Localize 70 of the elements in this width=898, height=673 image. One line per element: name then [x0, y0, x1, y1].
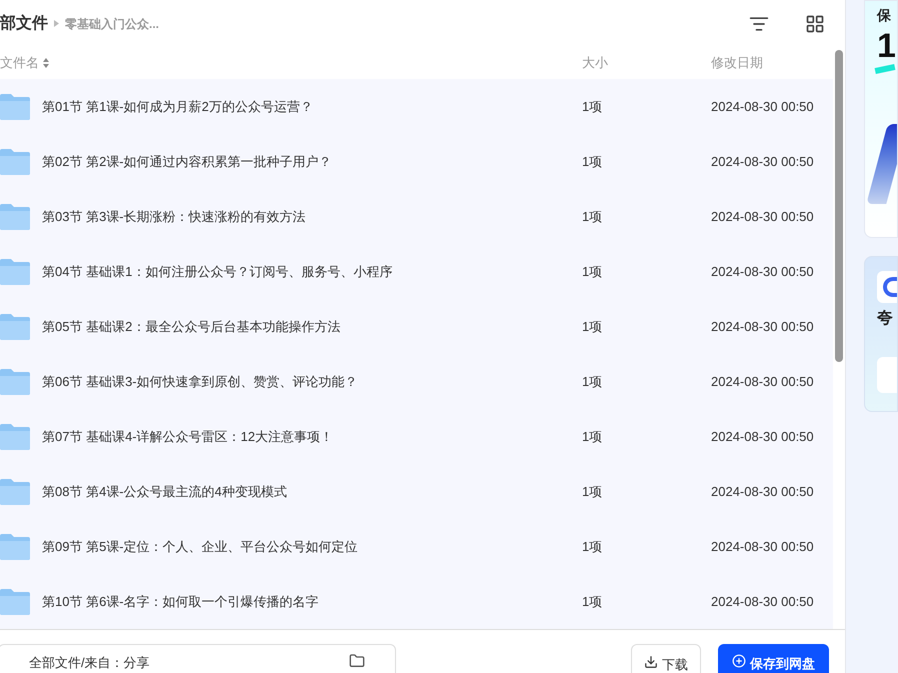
file-row[interactable]: 第06节 基础课3-如何快速拿到原创、赞赏、评论功能？ 1项 2024-08-30 00:50 [0, 354, 833, 409]
file-row[interactable]: 第01节 第1课-如何成为月薪2万的公众号运营？ 1项 2024-08-30 00:50 [0, 79, 833, 134]
folder-icon [0, 534, 30, 560]
folder-outline-icon[interactable] [349, 653, 365, 669]
illustration-icon [866, 124, 897, 204]
breadcrumb-current[interactable]: 部文件 [0, 12, 48, 36]
file-row[interactable]: 第03节 第3课-长期涨粉：快速涨粉的有效方法 1项 2024-08-30 00:50 [0, 189, 833, 244]
file-name: 第02节 第2课-如何通过内容积累第一批种子用户？ [42, 152, 332, 171]
card-number: 1 [877, 26, 897, 66]
download-icon [644, 655, 658, 669]
folder-icon [0, 588, 30, 614]
file-name: 第04节 基础课1：如何注册公众号？订阅号、服务号、小程序 [42, 262, 392, 281]
file-date: 2024-08-30 00:50 [711, 98, 814, 116]
file-name: 第01节 第1课-如何成为月薪2万的公众号运营？ [42, 98, 313, 116]
scrollbar-thumb[interactable] [835, 50, 843, 362]
save-to-drive-button[interactable]: 保存到网盘 [718, 644, 829, 673]
file-size: 1项 [582, 208, 604, 226]
card-title: 保 [877, 6, 892, 25]
breadcrumb-separator-icon [54, 20, 59, 28]
app-title: 夸 [877, 308, 894, 329]
folder-icon [0, 258, 30, 284]
app-logo-icon [877, 271, 897, 303]
file-row[interactable]: 第08节 第4课-公众号最主流的4种变现模式 1项 2024-08-30 00:50 [0, 464, 833, 519]
file-date: 2024-08-30 00:50 [711, 538, 814, 556]
file-date: 2024-08-30 00:50 [711, 208, 814, 226]
folder-icon [0, 314, 30, 340]
file-date: 2024-08-30 00:50 [711, 372, 814, 391]
file-name: 第03节 第3课-长期涨粉：快速涨粉的有效方法 [42, 208, 306, 226]
file-date: 2024-08-30 00:50 [711, 592, 814, 611]
file-name: 第10节 第6课-名字：如何取一个引爆传播的名字 [42, 592, 319, 611]
app-card[interactable]: 夸 [864, 256, 898, 412]
file-name: 第07节 基础课4-详解公众号雷区：12大注意事项！ [42, 428, 334, 446]
save-path-text: 全部文件/来自：分享 [29, 654, 150, 672]
download-button[interactable]: 下载 [631, 644, 701, 673]
folder-icon [0, 204, 30, 230]
folder-icon [0, 94, 30, 120]
file-row[interactable]: 第09节 第5课-定位：个人、企业、平台公众号如何定位 1项 2024-08-30 00:50 [0, 519, 833, 574]
file-size: 1项 [582, 538, 604, 556]
file-size: 1项 [582, 98, 604, 116]
file-size: 1项 [582, 318, 604, 336]
sort-arrows-icon[interactable] [43, 58, 49, 68]
file-name: 第05节 基础课2：最全公众号后台基本功能操作方法 [42, 318, 340, 336]
save-path-field[interactable]: 全部文件/来自：分享 [0, 644, 396, 673]
folder-icon [0, 148, 30, 174]
grid-view-icon[interactable] [805, 14, 825, 34]
accent-stroke-icon [874, 64, 896, 74]
file-row[interactable]: 第10节 第6课-名字：如何取一个引爆传播的名字 1项 2024-08-30 00:50 [0, 574, 833, 629]
folder-icon [0, 368, 30, 394]
file-size: 1项 [582, 482, 604, 501]
file-row[interactable]: 第04节 基础课1：如何注册公众号？订阅号、服务号、小程序 1项 2024-08-30 00:50 [0, 244, 833, 299]
folder-icon [0, 424, 30, 450]
file-date: 2024-08-30 00:50 [711, 428, 814, 446]
file-date: 2024-08-30 00:50 [711, 482, 814, 501]
file-row[interactable]: 第02节 第2课-如何通过内容积累第一批种子用户？ 1项 2024-08-30 00:50 [0, 134, 833, 189]
folder-icon [0, 478, 30, 504]
file-date: 2024-08-30 00:50 [711, 318, 814, 336]
promo-card[interactable]: 保 1 [864, 0, 898, 238]
file-size: 1项 [582, 428, 604, 446]
file-date: 2024-08-30 00:50 [711, 262, 814, 281]
file-size: 1项 [582, 592, 604, 611]
file-size: 1项 [582, 372, 604, 391]
plus-circle-icon [732, 654, 746, 668]
file-name: 第09节 第5课-定位：个人、企业、平台公众号如何定位 [42, 538, 358, 556]
file-date: 2024-08-30 00:50 [711, 152, 814, 171]
file-row[interactable]: 第05节 基础课2：最全公众号后台基本功能操作方法 1项 2024-08-30 00:50 [0, 299, 833, 354]
file-size: 1项 [582, 152, 604, 171]
file-row[interactable]: 第07节 基础课4-详解公众号雷区：12大注意事项！ 1项 2024-08-30 00:50 [0, 409, 833, 464]
file-size: 1项 [582, 262, 604, 281]
file-name: 第06节 基础课3-如何快速拿到原创、赞赏、评论功能？ [42, 372, 358, 391]
file-name: 第08节 第4课-公众号最主流的4种变现模式 [42, 482, 287, 501]
